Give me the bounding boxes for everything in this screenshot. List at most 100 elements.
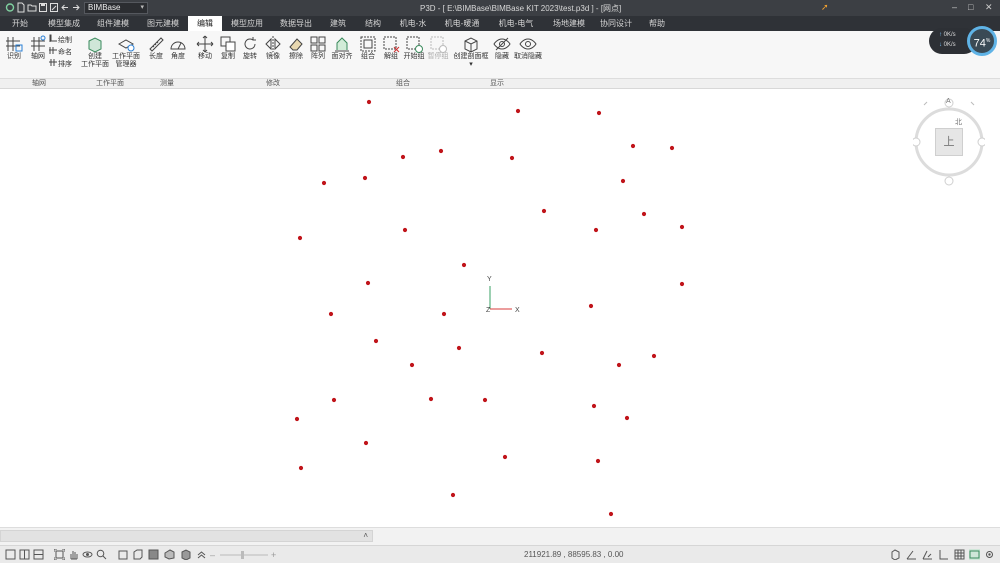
save-icon[interactable] [38, 2, 48, 13]
chevron-double-up-icon[interactable] [196, 549, 207, 560]
copy-button[interactable]: 复制 [217, 35, 239, 61]
view-iso-icon[interactable] [132, 549, 143, 560]
tab-help[interactable]: 帮助 [638, 16, 676, 31]
zoom-slider[interactable]: – + [210, 549, 280, 561]
view-cube[interactable]: A 上 北 [913, 96, 985, 186]
horizontal-scrollbar[interactable]: ˄ [0, 527, 1000, 545]
rotate-button[interactable]: 旋转 [239, 35, 261, 61]
model-point-2[interactable] [515, 108, 521, 114]
model-point-6[interactable] [509, 155, 515, 161]
zoom-icon[interactable] [96, 549, 107, 560]
model-point-3[interactable] [596, 110, 602, 116]
workplane-manager-button[interactable]: 工作平面 管理器 [111, 35, 141, 69]
model-point-21[interactable] [328, 311, 334, 317]
model-point-34[interactable] [294, 416, 300, 422]
mirror-button[interactable]: 镜像 [262, 35, 284, 61]
model-point-16[interactable] [593, 227, 599, 233]
draw-button[interactable]: 绘制 [49, 34, 79, 45]
tab-mep-hvac[interactable]: 机电-暖通 [436, 16, 488, 31]
start-group-button[interactable]: 开始组 [402, 35, 426, 61]
tab-edit[interactable]: 编辑 [188, 16, 222, 31]
open-file-icon[interactable] [27, 2, 37, 13]
view-cube-top-face[interactable]: 上 [935, 128, 963, 156]
model-point-23[interactable] [588, 303, 594, 309]
model-point-30[interactable] [331, 397, 337, 403]
chevron-up-icon[interactable]: ˄ [363, 531, 368, 540]
grid-toggle-icon[interactable] [954, 549, 965, 560]
model-point-18[interactable] [461, 262, 467, 268]
model-point-41[interactable] [608, 511, 614, 517]
viewport-layout-icon[interactable] [19, 549, 30, 560]
close-icon[interactable]: ✕ [985, 2, 993, 13]
view-2d-icon[interactable] [5, 549, 16, 560]
tab-start[interactable]: 开始 [0, 16, 40, 31]
sort-button[interactable]: 排序 [49, 58, 79, 69]
unhide-button[interactable]: 取消隐藏 [513, 35, 543, 61]
create-workplane-button[interactable]: 创建 工作平面 [80, 35, 110, 69]
corner-snap-icon[interactable] [938, 549, 949, 560]
model-point-26[interactable] [539, 350, 545, 356]
tab-collaborative-design[interactable]: 协同设计 [594, 16, 638, 31]
model-point-40[interactable] [450, 492, 456, 498]
maximize-icon[interactable]: □ [968, 2, 973, 12]
snap-box-icon[interactable] [890, 549, 901, 561]
tab-component-modeling[interactable]: 组件建模 [88, 16, 138, 31]
tab-site-modeling[interactable]: 场地建模 [544, 16, 594, 31]
model-point-9[interactable] [321, 180, 327, 186]
split-view-icon[interactable] [33, 549, 44, 560]
redo-icon[interactable] [71, 2, 81, 13]
length-button[interactable]: 长度 [145, 35, 167, 61]
tab-architecture[interactable]: 建筑 [320, 16, 356, 31]
display-toggle-icon[interactable] [969, 549, 980, 560]
model-point-17[interactable] [679, 224, 685, 230]
tab-structure[interactable]: 结构 [356, 16, 390, 31]
tab-primitive-modeling[interactable]: 图元建模 [138, 16, 188, 31]
hide-button[interactable]: 隐藏 [491, 35, 513, 61]
pan-hand-icon[interactable] [68, 549, 79, 560]
tab-data-export[interactable]: 数据导出 [272, 16, 320, 31]
model-point-19[interactable] [365, 280, 371, 286]
identify-button[interactable]: 识别 [3, 35, 25, 61]
model-point-11[interactable] [620, 178, 626, 184]
orbit-icon[interactable] [82, 549, 93, 560]
name-button[interactable]: 命名 [49, 46, 79, 57]
tab-model-application[interactable]: 模型应用 [222, 16, 272, 31]
model-point-4[interactable] [400, 154, 406, 160]
model-point-37[interactable] [502, 454, 508, 460]
tab-model-integration[interactable]: 模型集成 [40, 16, 88, 31]
shaded-mode-icon[interactable] [148, 549, 159, 560]
settings-gear-icon[interactable] [984, 549, 995, 560]
model-point-12[interactable] [541, 208, 547, 214]
model-point-39[interactable] [298, 465, 304, 471]
render-mode-icon[interactable] [164, 549, 175, 560]
model-point-32[interactable] [482, 397, 488, 403]
model-point-15[interactable] [402, 227, 408, 233]
grid-button[interactable]: 轴网 [27, 35, 49, 61]
model-point-24[interactable] [373, 338, 379, 344]
align-button[interactable]: 面对齐 [329, 35, 355, 61]
model-point-1[interactable] [366, 99, 372, 105]
model-point-25[interactable] [456, 345, 462, 351]
save-as-icon[interactable] [49, 2, 59, 13]
scrollbar-thumb[interactable]: ˄ [0, 530, 373, 542]
erase-button[interactable]: 擦除 [285, 35, 307, 61]
ortho-snap-icon[interactable] [922, 549, 933, 560]
angle-snap-icon[interactable] [906, 549, 917, 560]
model-point-10[interactable] [362, 175, 368, 181]
move-button[interactable]: 移动 [194, 35, 216, 61]
model-point-28[interactable] [616, 362, 622, 368]
model-point-27[interactable] [409, 362, 415, 368]
tab-mep-water[interactable]: 机电-水 [390, 16, 436, 31]
pause-group-button[interactable]: 暂停组 [426, 35, 450, 61]
model-point-7[interactable] [630, 143, 636, 149]
zoom-extents-icon[interactable] [53, 548, 66, 561]
project-dropdown[interactable]: BIMBase ▾ [84, 2, 148, 14]
chevron-down-icon[interactable]: ▾ [452, 61, 490, 69]
model-point-20[interactable] [679, 281, 685, 287]
model-point-33[interactable] [591, 403, 597, 409]
ungroup-button[interactable]: 解组 [380, 35, 402, 61]
model-point-13[interactable] [641, 211, 647, 217]
new-file-icon[interactable] [16, 2, 26, 13]
minimize-icon[interactable]: – [952, 2, 957, 12]
tab-mep-electrical[interactable]: 机电-电气 [488, 16, 544, 31]
